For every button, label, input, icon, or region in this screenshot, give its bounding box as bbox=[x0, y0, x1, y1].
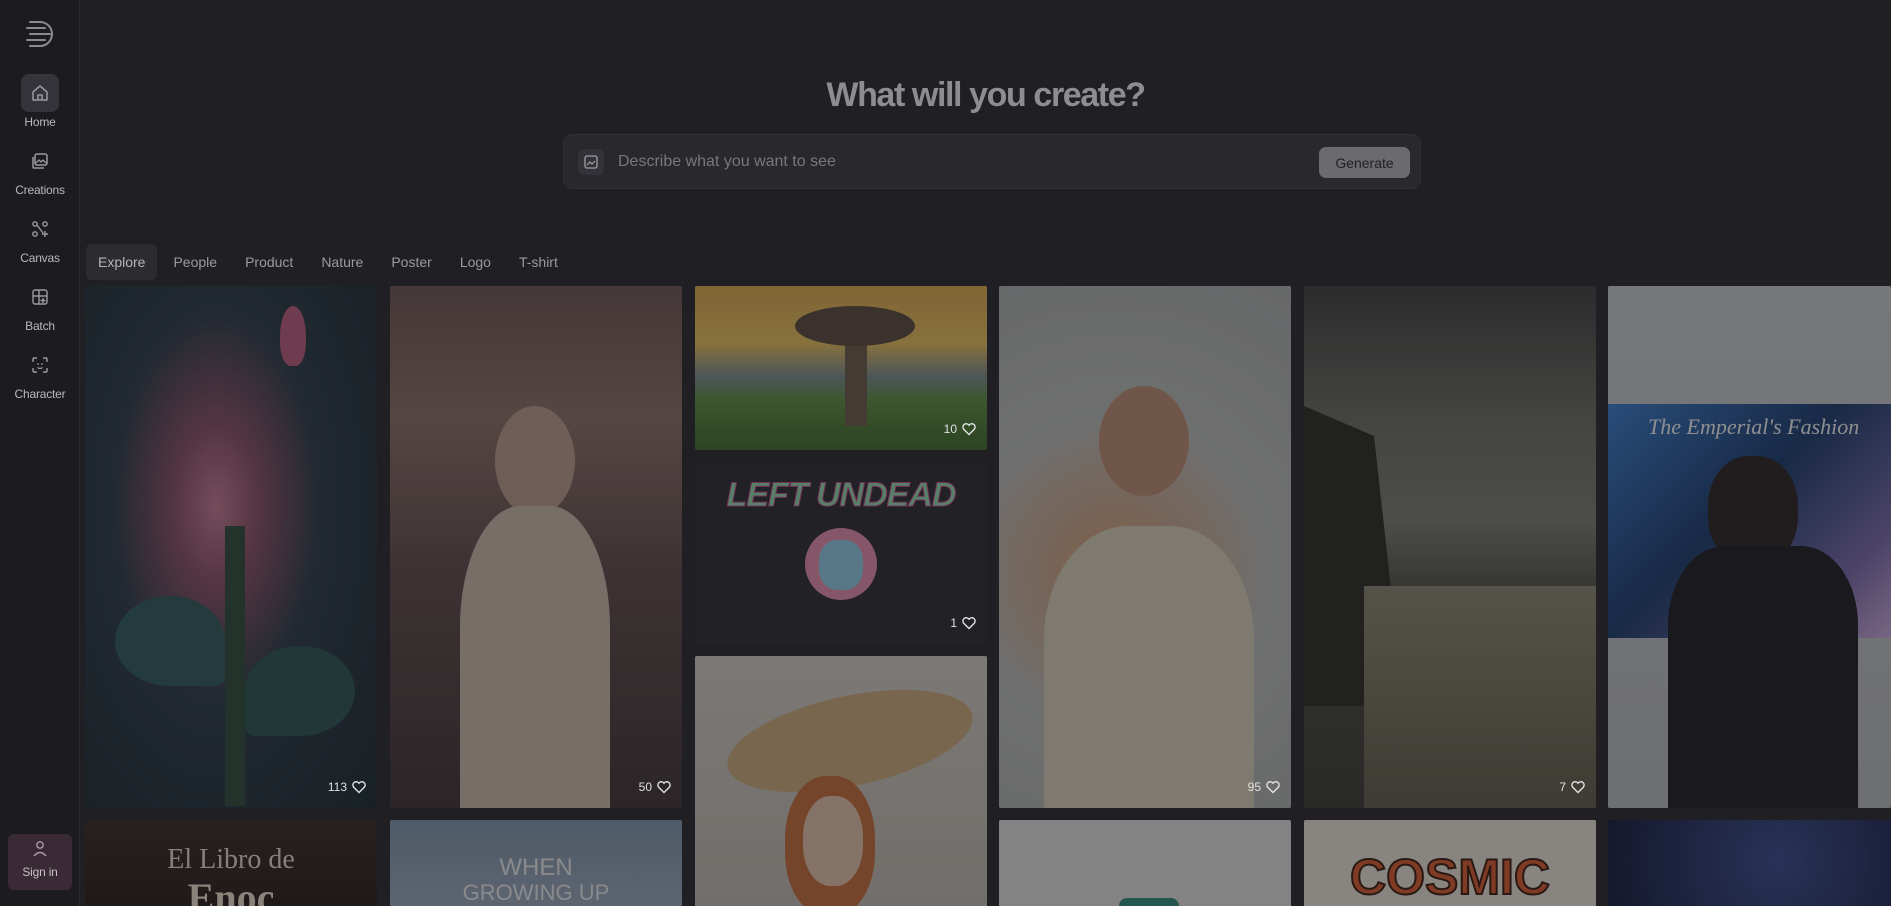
sign-in-button[interactable]: Sign in bbox=[8, 834, 72, 890]
like-count-value: 50 bbox=[638, 779, 652, 794]
gallery-card[interactable]: The Emperial's Fashion bbox=[1608, 286, 1891, 808]
heart-icon bbox=[962, 423, 976, 436]
card-title-text: LEFT UNDEAD bbox=[726, 476, 957, 515]
tab-people[interactable]: People bbox=[161, 244, 229, 280]
sidebar-item-label: Home bbox=[24, 115, 56, 129]
card-title-text: El Libro de bbox=[167, 844, 295, 875]
heart-icon bbox=[352, 781, 366, 794]
tab-nature[interactable]: Nature bbox=[309, 244, 375, 280]
card-title-text: The Emperial's Fashion bbox=[1648, 414, 1860, 439]
tab-tshirt[interactable]: T-shirt bbox=[507, 244, 570, 280]
like-count-value: 1 bbox=[950, 615, 957, 630]
gallery-card[interactable] bbox=[695, 656, 987, 906]
character-icon bbox=[32, 357, 48, 373]
card-title-text: Enoc bbox=[187, 875, 275, 906]
image-stack-icon bbox=[32, 153, 48, 169]
gallery-card[interactable]: 50 bbox=[390, 286, 682, 808]
sidebar-item-label: Canvas bbox=[20, 251, 60, 265]
gallery-card[interactable]: 113 bbox=[85, 286, 377, 808]
sidebar-item-batch[interactable]: Batch bbox=[0, 278, 80, 342]
canvas-icon bbox=[32, 221, 48, 237]
like-count[interactable]: 95 bbox=[1248, 779, 1281, 794]
image-upload-icon[interactable] bbox=[578, 149, 604, 175]
heart-icon bbox=[1571, 781, 1585, 794]
sidebar-item-canvas[interactable]: Canvas bbox=[0, 210, 80, 274]
sidebar: Home Creations Canvas Batch Character Si… bbox=[0, 0, 80, 906]
prompt-input[interactable] bbox=[618, 145, 1338, 179]
heart-icon bbox=[962, 617, 976, 630]
like-count-value: 95 bbox=[1247, 779, 1261, 794]
generate-button[interactable]: Generate bbox=[1319, 147, 1410, 178]
like-count[interactable]: 7 bbox=[1559, 779, 1586, 794]
card-title-text: GROWING UP bbox=[462, 880, 610, 905]
gallery-card[interactable] bbox=[999, 820, 1291, 906]
tab-logo[interactable]: Logo bbox=[448, 244, 503, 280]
brand-logo-icon[interactable] bbox=[22, 16, 58, 52]
sidebar-item-character[interactable]: Character bbox=[0, 346, 80, 410]
sidebar-item-creations[interactable]: Creations bbox=[0, 142, 80, 206]
like-count-value: 7 bbox=[1559, 779, 1566, 794]
like-count[interactable]: 10 bbox=[944, 421, 977, 436]
tab-product[interactable]: Product bbox=[233, 244, 305, 280]
sidebar-item-label: Creations bbox=[15, 183, 65, 197]
category-tabs: Explore People Product Nature Poster Log… bbox=[86, 244, 574, 280]
gallery-card[interactable]: COSMIC bbox=[1304, 820, 1596, 906]
sidebar-item-label: Batch bbox=[25, 319, 55, 333]
gallery-card[interactable]: 10 bbox=[695, 286, 987, 450]
card-title-text: WHEN bbox=[499, 854, 573, 881]
gallery-card[interactable]: LEFT UNDEAD 1 bbox=[695, 462, 987, 644]
heart-icon bbox=[657, 781, 671, 794]
card-title-text: COSMIC bbox=[1349, 848, 1551, 906]
like-count[interactable]: 50 bbox=[639, 779, 672, 794]
page-title: What will you create? bbox=[826, 76, 1146, 114]
like-count[interactable]: 1 bbox=[950, 615, 977, 630]
gallery-card[interactable]: 7 bbox=[1304, 286, 1596, 808]
sidebar-item-home[interactable]: Home bbox=[0, 74, 80, 138]
user-icon bbox=[33, 841, 47, 857]
home-icon bbox=[21, 74, 59, 112]
prompt-bar: Generate bbox=[563, 134, 1421, 189]
tab-poster[interactable]: Poster bbox=[379, 244, 443, 280]
gallery-card[interactable]: 95 bbox=[999, 286, 1291, 808]
sidebar-item-label: Character bbox=[14, 387, 66, 401]
sign-in-label: Sign in bbox=[22, 865, 58, 879]
like-count-value: 113 bbox=[327, 779, 347, 794]
gallery-card[interactable] bbox=[1608, 820, 1891, 906]
tab-explore[interactable]: Explore bbox=[86, 244, 158, 280]
like-count-value: 10 bbox=[943, 421, 957, 436]
gallery-card[interactable]: WHEN GROWING UP bbox=[390, 820, 682, 906]
batch-icon bbox=[32, 289, 48, 305]
like-count[interactable]: 113 bbox=[328, 779, 367, 794]
heart-icon bbox=[1266, 781, 1280, 794]
gallery-card[interactable]: El Libro de Enoc bbox=[85, 820, 377, 906]
